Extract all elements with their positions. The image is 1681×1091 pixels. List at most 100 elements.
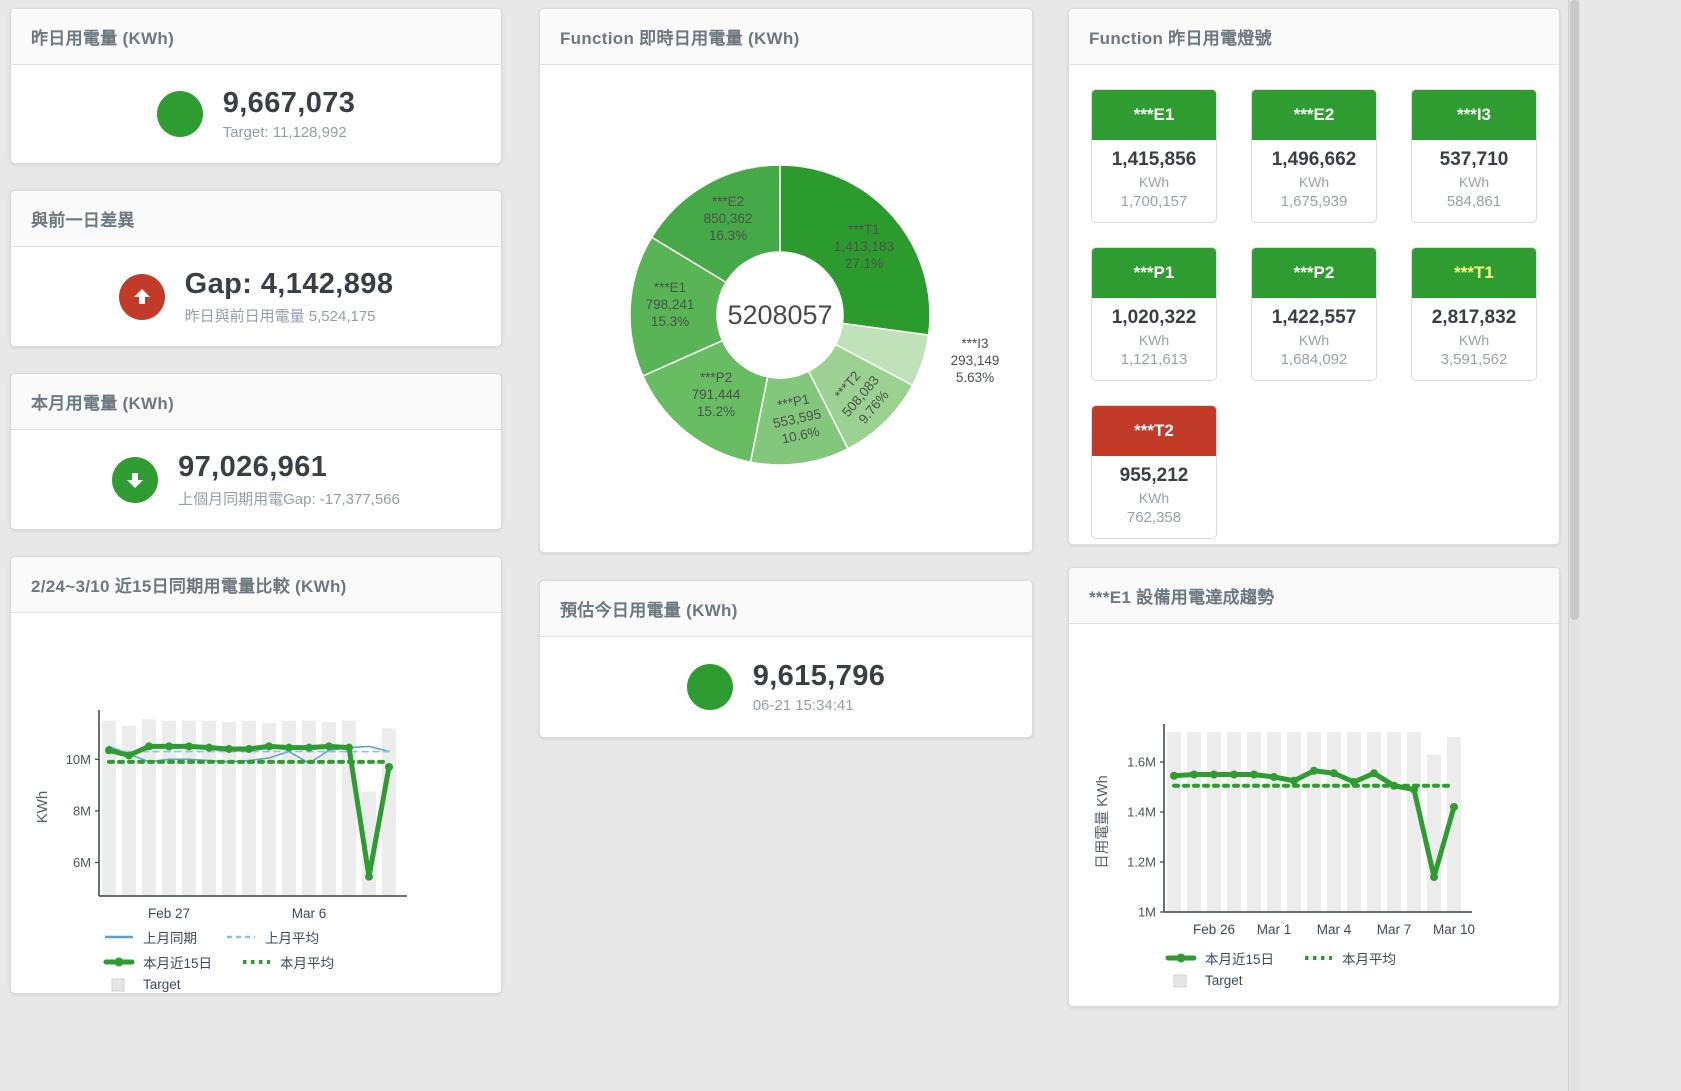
y-tick-label: 1.4M	[1127, 805, 1156, 820]
legend-swatch-box	[103, 978, 135, 992]
legend-label: 本月平均	[1342, 948, 1396, 968]
dashboard: 昨日用電量 (KWh) 9,667,073 Target: 11,128,992…	[0, 0, 1681, 1091]
series-point	[1190, 771, 1198, 779]
panel-title-compare[interactable]: 2/24~3/10 近15日同期用電量比較 (KWh)	[11, 557, 501, 613]
series-point	[1210, 771, 1218, 779]
donut-center-value: 5208057	[727, 300, 832, 330]
panel-title-estimate[interactable]: 預估今日用電量 (KWh)	[540, 581, 1032, 637]
legend-item-Target[interactable]: Target	[1165, 973, 1243, 988]
light-tile-unit: KWh	[1256, 332, 1372, 348]
target-bar	[1387, 732, 1401, 912]
light-tile: ***E11,415,856KWh1,700,157	[1091, 89, 1217, 223]
panel-title-text: Function 昨日用電燈號	[1089, 24, 1272, 49]
light-tile-target: 1,121,613	[1096, 351, 1212, 368]
target-bar	[1367, 732, 1381, 912]
light-tile: ***E21,496,662KWh1,675,939	[1251, 89, 1377, 223]
light-tile: ***T2955,212KWh762,358	[1091, 405, 1217, 539]
series-point	[1430, 873, 1438, 881]
series-point	[245, 745, 253, 753]
page-scrollbar[interactable]	[1568, 0, 1580, 1091]
light-tile-value: 537,710	[1416, 149, 1532, 171]
compare-chart-body: 6M8M10MFeb 27Mar 6KWh上月同期上月平均本月近15日本月平均T…	[11, 613, 501, 993]
legend-swatch-thick	[103, 955, 135, 969]
compare-chart: 6M8M10MFeb 27Mar 6KWh上月同期上月平均本月近15日本月平均T…	[11, 613, 501, 992]
light-tile-value: 1,415,856	[1096, 149, 1212, 171]
series-point	[365, 873, 373, 881]
panel-lights: Function 昨日用電燈號 ***E11,415,856KWh1,700,1…	[1068, 8, 1560, 545]
series-point	[305, 744, 313, 752]
target-bar	[1307, 732, 1321, 912]
y-tick-label: 8M	[73, 803, 91, 818]
legend-item-本月平均[interactable]: 本月平均	[240, 952, 334, 972]
panel-title-month[interactable]: 本月用電量 (KWh)	[11, 374, 501, 430]
y-tick-label: 1M	[1138, 905, 1156, 920]
light-tile-target: 1,675,939	[1256, 193, 1372, 210]
x-tick-label: Mar 1	[1257, 922, 1292, 937]
light-tile: ***I3537,710KWh584,861	[1411, 89, 1537, 223]
panel-title-e1-trend[interactable]: ***E1 設備用電達成趨勢	[1069, 568, 1559, 624]
light-tile-value: 955,212	[1096, 465, 1212, 487]
panel-title-yesterday[interactable]: 昨日用電量 (KWh)	[11, 9, 501, 65]
stat-subtitle: 上個月同期用電Gap: -17,377,566	[178, 488, 400, 509]
legend-swatch-dots	[240, 955, 272, 969]
stat-value: Gap: 4,142,898	[185, 268, 394, 301]
panel-title-text: 昨日用電量 (KWh)	[31, 24, 174, 49]
legend-item-本月平均[interactable]: 本月平均	[1302, 948, 1396, 968]
compare_15d-svg: 6M8M10MFeb 27Mar 6KWh	[11, 613, 501, 925]
legend-item-本月近15日[interactable]: 本月近15日	[1165, 948, 1274, 968]
series-point	[185, 742, 193, 750]
series-point	[325, 742, 333, 750]
light-tile-unit: KWh	[1416, 332, 1532, 348]
panel-compare-chart: 2/24~3/10 近15日同期用電量比較 (KWh) 6M 8M 10M Feb 2…	[10, 556, 502, 994]
status-circle-icon	[687, 664, 733, 710]
x-tick-label: Feb 26	[1193, 922, 1235, 937]
stat-body: 97,026,961 上個月同期用電Gap: -17,377,566	[11, 430, 501, 529]
panel-title-day-gap[interactable]: 與前一日差異	[11, 191, 501, 247]
legend-row: Target	[103, 977, 501, 992]
series-point	[1450, 803, 1458, 811]
light-tile-unit: KWh	[1416, 174, 1532, 190]
status-circle-icon	[157, 91, 203, 137]
legend-item-上月平均[interactable]: 上月平均	[225, 927, 319, 947]
series-point	[1170, 772, 1178, 780]
panel-title-lights[interactable]: Function 昨日用電燈號	[1069, 9, 1559, 65]
legend-row: Target	[1165, 973, 1559, 988]
legend-swatch-box	[1165, 974, 1197, 988]
light-tile-unit: KWh	[1096, 490, 1212, 506]
down-arrow-icon	[112, 457, 158, 503]
legend-swatch-thick	[1165, 951, 1197, 965]
panel-title-text: 2/24~3/10 近15日同期用電量比較 (KWh)	[31, 572, 347, 597]
legend-label: 本月平均	[280, 952, 334, 972]
legend-row: 本月近15日 本月平均	[103, 952, 501, 972]
x-tick-label: Mar 10	[1433, 922, 1475, 937]
y-tick-label: 6M	[73, 855, 91, 870]
panel-title-text: ***E1 設備用電達成趨勢	[1089, 583, 1275, 608]
scrollbar-thumb[interactable]	[1570, 0, 1579, 620]
x-tick-label: Feb 27	[148, 906, 190, 921]
light-tile: ***P11,020,322KWh1,121,613	[1091, 247, 1217, 381]
light-tile-body: 1,422,557KWh1,684,092	[1252, 298, 1376, 380]
y-tick-label: 10M	[66, 752, 91, 767]
legend-swatch-dash	[225, 930, 257, 944]
light-tile-body: 1,020,322KWh1,121,613	[1092, 298, 1216, 380]
donut-chart: ***T11,413,18327.1%***I3293,1495.63%***T…	[540, 65, 1032, 543]
stat-subtitle: 06-21 15:34:41	[753, 697, 886, 714]
light-tile-value: 2,817,832	[1416, 307, 1532, 329]
stat-subtitle: 昨日與前日用電量 5,524,175	[185, 305, 394, 326]
panel-yesterday-usage: 昨日用電量 (KWh) 9,667,073 Target: 11,128,992	[10, 8, 502, 164]
panel-day-gap: 與前一日差異 Gap: 4,142,898 昨日與前日用電量 5,524,175	[10, 190, 502, 347]
e1_trend-svg: 1M1.2M1.4M1.6MFeb 26Mar 1Mar 4Mar 7Mar 1…	[1069, 624, 1559, 946]
donut-svg: ***T11,413,18327.1%***I3293,1495.63%***T…	[540, 65, 1032, 543]
series-point	[145, 742, 153, 750]
y-axis-label: KWh	[34, 791, 51, 824]
light-tile-value: 1,020,322	[1096, 307, 1212, 329]
legend-item-Target[interactable]: Target	[103, 977, 181, 992]
stat-text: Gap: 4,142,898 昨日與前日用電量 5,524,175	[185, 268, 394, 326]
panel-title-donut[interactable]: Function 即時日用電量 (KWh)	[540, 9, 1032, 65]
legend-item-上月同期[interactable]: 上月同期	[103, 927, 197, 947]
light-tile-value: 1,422,557	[1256, 307, 1372, 329]
target-bar	[1187, 732, 1201, 912]
legend-item-本月近15日[interactable]: 本月近15日	[103, 952, 212, 972]
panel-title-text: Function 即時日用電量 (KWh)	[560, 24, 800, 49]
light-tile: ***P21,422,557KWh1,684,092	[1251, 247, 1377, 381]
